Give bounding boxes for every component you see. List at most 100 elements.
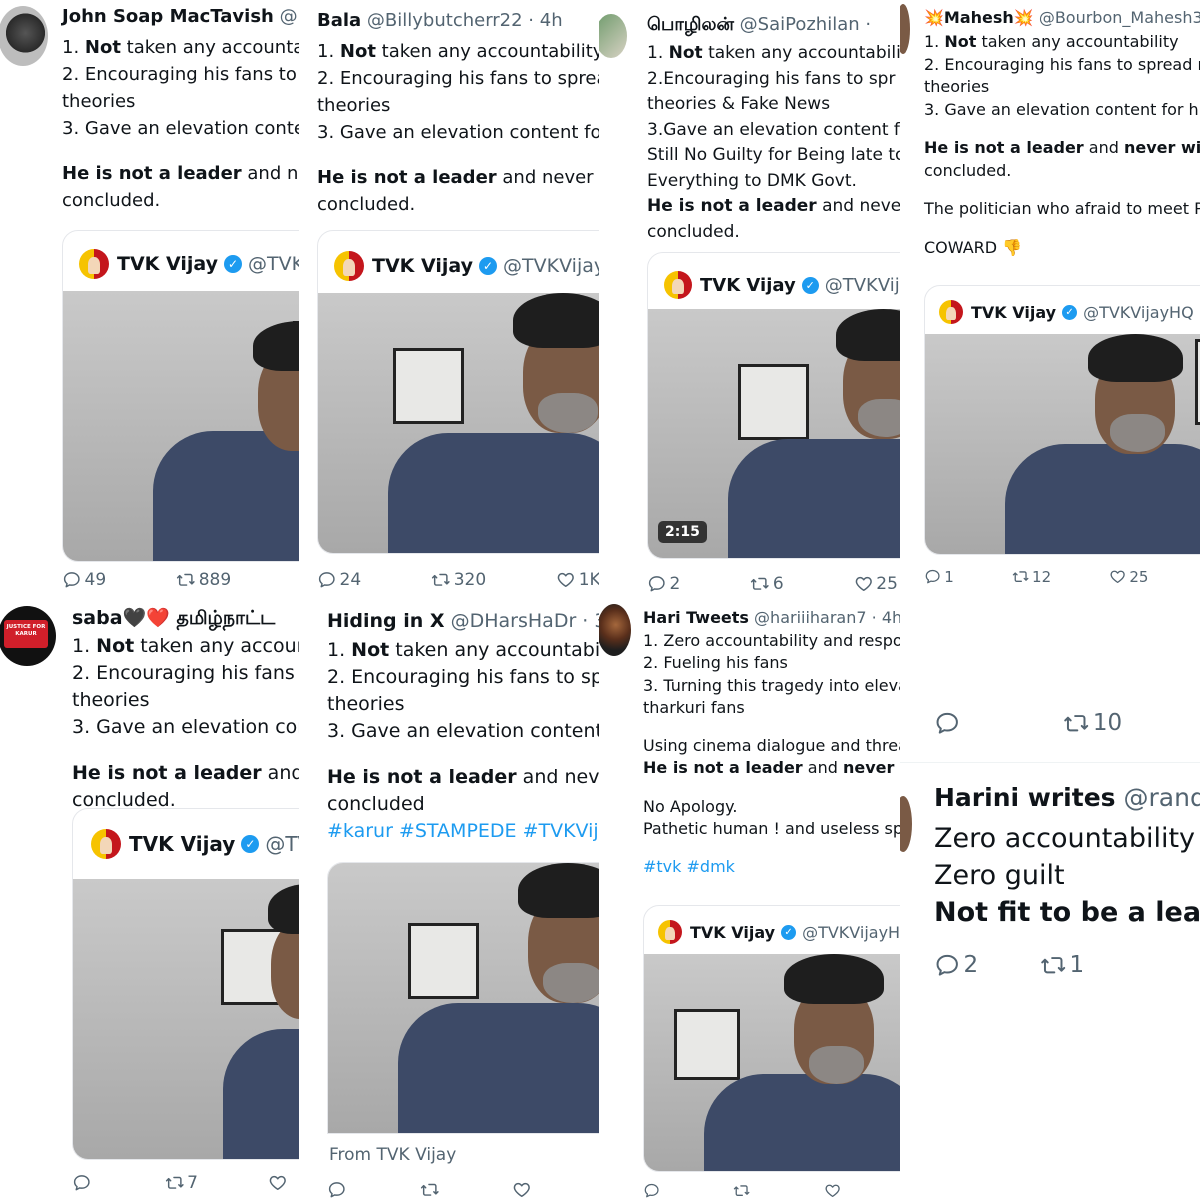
tweet-text-line: 3. Gave an elevation content fo [317,119,599,146]
text-segment: 1. [62,37,85,58]
retweet-action[interactable]: 7 [165,1173,198,1193]
text-segment: 3. Gave an elevation content for his f [924,99,1200,119]
tvk-avatar [658,920,682,944]
text-segment: He is not a leader [647,196,817,216]
tweet-text-line: 2. Encouraging his fans to spre [327,664,599,691]
like-icon [512,1180,532,1200]
quoted-tweet-card[interactable]: TVK Vijay ✓ @TVK [72,808,299,1160]
quoted-tweet-card[interactable]: TVK Vijay ✓ @TVK [62,230,299,562]
tweet-actions: 24 320 1K [317,570,599,590]
text-segment: Pathetic human ! and useless spee [643,819,900,839]
like-action[interactable]: 25 [854,574,898,594]
retweet-action[interactable] [733,1182,753,1199]
video-thumbnail[interactable]: 2:15 [648,309,900,558]
reply-action[interactable] [643,1182,663,1199]
retweet-action[interactable]: 6 [750,574,784,594]
quoted-author-name: TVK Vijay [129,832,236,856]
author-name[interactable]: Hari Tweets [643,608,749,627]
retweet-icon [420,1180,440,1200]
tweet-text: 1. Not taken any accountability 2. Encour… [317,38,599,218]
author-handle[interactable]: @DHarsHaDr · 3h [451,610,599,632]
video-thumbnail[interactable] [73,879,299,1159]
reply-action[interactable]: 49 [62,570,106,590]
tweet-text-line: theories [327,691,599,718]
tweet-text-line: 2. Fueling his fans [643,652,900,674]
tweet-text-line: Still No Guilty for Being late to [647,143,900,169]
author-handle[interactable]: @SaiPozhilan · [740,14,871,35]
video-thumbnail[interactable] [328,863,599,1133]
retweet-action[interactable]: 12 [1012,568,1051,586]
verified-badge-icon: ✓ [781,924,797,940]
text-segment: theories & Fake News [647,94,831,114]
tweet-text-line: 1. Not taken any accountabili [647,41,900,67]
quoted-tweet-card[interactable] [327,862,599,1134]
author-handle[interactable]: @Billybutcherr22 · 4h [367,10,563,31]
author-name[interactable]: Hiding in X [327,610,445,632]
text-segment: taken any accountabilit [389,639,599,661]
quoted-tweet-card[interactable]: TVK Vijay ✓ @TVKVijayHQ · 5 [924,285,1200,555]
reply-icon [934,710,960,736]
reply-action[interactable] [327,1180,350,1200]
avatar[interactable] [900,796,912,852]
reply-icon [327,1180,347,1200]
tweet-text-line: 3. Gave an elevation content f [327,718,599,745]
avatar[interactable] [900,4,910,54]
retweet-icon [176,570,196,590]
like-action[interactable]: 25 [1109,568,1148,586]
text-segment: Not [351,639,390,661]
text-segment: concluded. [62,190,161,211]
avatar[interactable] [599,14,627,58]
tweet-actions: 7 [72,1173,290,1193]
author-name[interactable]: John Soap MacTavish [62,6,274,27]
quoted-tweet-card[interactable]: TVK Vijay ✓ @TVKVija 2:15 [647,252,900,559]
quoted-tweet-card[interactable]: TVK Vijay ✓ @TVKVijayH [317,230,599,554]
reply-action[interactable] [934,710,963,736]
avatar[interactable] [0,6,48,66]
text-segment: taken any accountabili [702,43,900,63]
avatar[interactable]: JUSTICE FOR KARUR [0,606,56,666]
video-thumbnail[interactable] [318,293,599,553]
author-name[interactable]: 💥Mahesh💥 [924,8,1034,27]
reply-action[interactable] [72,1173,95,1193]
like-action[interactable] [268,1173,291,1193]
text-segment: and [1083,138,1124,157]
like-action[interactable]: 1K [556,570,599,590]
text-segment: 2. Encouraging his fans t [72,662,299,684]
author-name[interactable]: saba🖤❤️ தமிழ்நாட்ட [72,607,275,629]
retweet-action[interactable]: 320 [431,570,486,590]
video-source[interactable]: From TVK Vijay [329,1145,456,1165]
reply-action[interactable]: 24 [317,570,361,590]
author-handle[interactable]: @Bourbon_Mahesh3 · [1039,8,1200,27]
quoted-author-handle: @TVK [248,253,299,275]
author-handle[interactable]: @rando [1124,783,1200,812]
reply-count: 2 [963,952,979,979]
author-handle[interactable]: @hariiiharan7 · 4h [754,608,900,627]
tweet-text-line: Using cinema dialogue and threate [643,735,900,757]
quoted-tweet-card[interactable]: TVK Vijay ✓ @TVKVijayHQ [643,905,900,1172]
tweet-actions: 112254 [924,568,1200,586]
like-action[interactable] [512,1180,535,1200]
avatar[interactable] [599,604,631,656]
author-handle[interactable]: @m [280,6,299,27]
retweet-action[interactable]: 889 [176,570,231,590]
like-action[interactable] [824,1182,844,1199]
author-name[interactable]: Bala [317,10,361,31]
tweet-text-line: 2. Encouraging his fans to sprea [317,65,599,92]
hashtag-link[interactable]: #tvk #dmk [643,857,735,876]
reply-action[interactable]: 2 [647,574,680,594]
reply-action[interactable]: 1 [924,568,954,586]
retweet-action[interactable]: 10 [1063,710,1122,736]
text-segment: Everything to DMK Govt. [647,170,857,191]
tweet-text-line: 1. Zero accountability and respons [643,630,900,652]
hashtag-link[interactable]: #karur #STAMPEDE #TVKVija [327,820,599,842]
video-thumbnail[interactable] [644,954,900,1171]
retweet-count: 320 [453,570,487,590]
author-name[interactable]: பொழிலன் [647,14,734,35]
retweet-action[interactable] [420,1180,443,1200]
tweet-panel-5: JUSTICE FOR KARUR saba🖤❤️ தமிழ்நாட்ட 1. … [0,600,299,1200]
author-name[interactable]: Harini writes [934,783,1116,812]
video-thumbnail[interactable] [925,334,1200,554]
retweet-action[interactable]: 1 [1040,952,1084,978]
reply-action[interactable]: 2 [934,952,978,978]
video-thumbnail[interactable] [63,291,299,561]
